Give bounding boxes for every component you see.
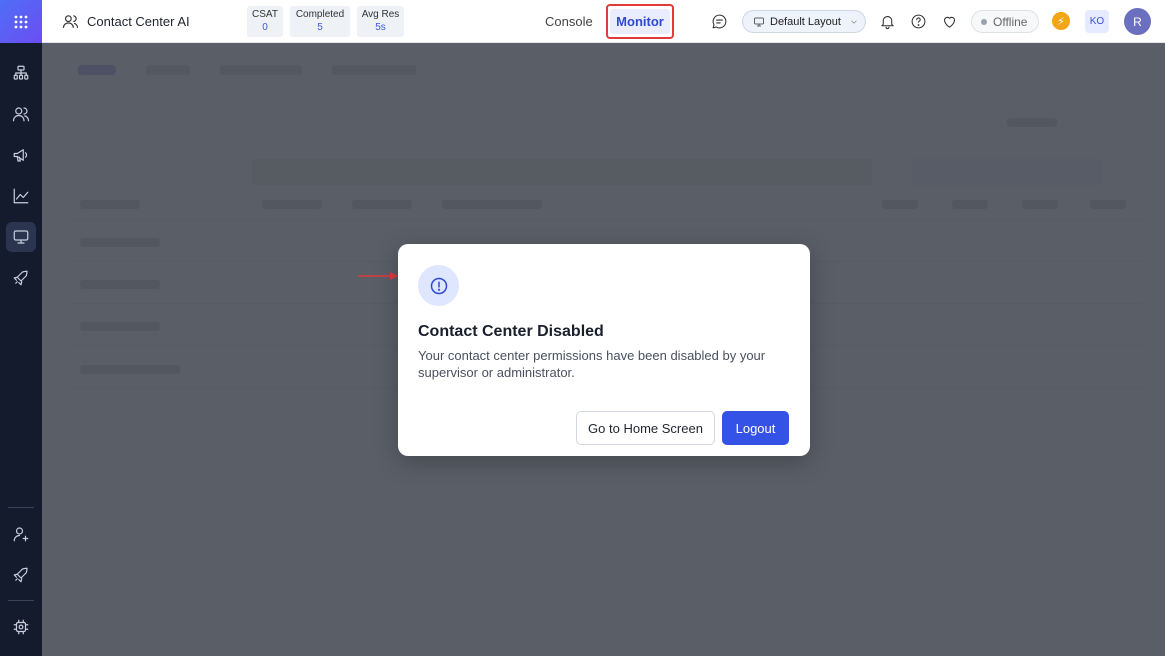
layout-select[interactable]: Default Layout — [742, 10, 866, 33]
nav-monitor-label: Monitor — [610, 9, 670, 34]
sidebar-item-campaigns[interactable] — [9, 143, 33, 167]
logout-button[interactable]: Logout — [722, 411, 789, 445]
alert-circle-icon — [430, 277, 447, 294]
help-button[interactable] — [909, 12, 928, 31]
top-header: Contact Center AI CSAT 0 Completed 5 Avg… — [42, 0, 1165, 43]
chart-line-icon — [13, 188, 29, 204]
sidebar-divider — [8, 507, 34, 508]
agent-status-label: Offline — [993, 14, 1028, 29]
stat-label: Completed — [295, 9, 345, 20]
nav-monitor[interactable]: Monitor — [606, 4, 674, 39]
apps-grid-icon — [14, 15, 28, 28]
favorites-button[interactable] — [940, 12, 959, 31]
chat-icon — [712, 14, 727, 29]
app-title-label: Contact Center AI — [87, 14, 190, 29]
status-dot — [981, 18, 987, 25]
agent-status-toggle[interactable]: Offline — [971, 10, 1039, 33]
stat-value: 5s — [375, 22, 386, 33]
dialog-message: Your contact center permissions have bee… — [418, 348, 766, 380]
chevron-down-icon — [851, 20, 857, 24]
heart-icon — [944, 16, 955, 28]
stat-label: CSAT — [252, 9, 278, 20]
rocket-icon — [13, 270, 28, 286]
stat-avg-res: Avg Res 5s — [357, 6, 404, 37]
megaphone-icon — [13, 149, 28, 162]
users-icon — [12, 107, 30, 122]
contact-center-disabled-dialog: Contact Center Disabled Your contact cen… — [398, 244, 810, 456]
rocket-icon — [13, 567, 28, 583]
sidebar-divider — [8, 600, 34, 601]
sidebar-item-launch-secondary[interactable] — [9, 563, 33, 587]
help-circle-icon — [911, 14, 926, 29]
nav-console[interactable]: Console — [545, 0, 593, 43]
stat-value: 5 — [317, 22, 323, 33]
stat-csat: CSAT 0 — [247, 6, 283, 37]
org-chart-icon — [13, 65, 29, 80]
sidebar-item-monitor[interactable] — [6, 222, 36, 252]
app-title: Contact Center AI — [62, 0, 190, 43]
add-user-icon — [13, 527, 29, 542]
bolt-glyph: ⚡ — [1057, 15, 1065, 28]
chat-button[interactable] — [710, 12, 729, 31]
alert-icon-badge — [418, 265, 459, 306]
sidebar-item-add-user[interactable] — [9, 522, 33, 546]
go-to-home-button[interactable]: Go to Home Screen — [576, 411, 715, 445]
dialog-title: Contact Center Disabled — [418, 323, 604, 340]
sidebar-item-users[interactable] — [9, 102, 33, 126]
sidebar — [0, 0, 42, 656]
bell-icon — [881, 16, 894, 30]
bolt-icon[interactable]: ⚡ — [1052, 12, 1070, 30]
stat-label: Avg Res — [361, 9, 400, 20]
monitor-icon — [754, 17, 764, 26]
apps-grid-button[interactable] — [0, 0, 42, 43]
monitor-icon — [13, 230, 29, 244]
stat-value: 0 — [262, 22, 268, 33]
sidebar-item-settings[interactable] — [9, 615, 33, 639]
arrow-right-icon — [358, 272, 398, 280]
notifications-button[interactable] — [878, 12, 897, 31]
sidebar-item-routing[interactable] — [9, 61, 33, 85]
user-initials-badge[interactable]: KO — [1085, 10, 1109, 33]
stat-completed: Completed 5 — [290, 6, 350, 37]
avatar[interactable]: R — [1124, 8, 1151, 35]
users-icon — [62, 15, 79, 28]
sidebar-item-analytics[interactable] — [9, 184, 33, 208]
sidebar-item-launch[interactable] — [9, 266, 33, 290]
layout-select-value: Default Layout — [770, 15, 841, 28]
settings-chip-icon — [13, 619, 29, 635]
